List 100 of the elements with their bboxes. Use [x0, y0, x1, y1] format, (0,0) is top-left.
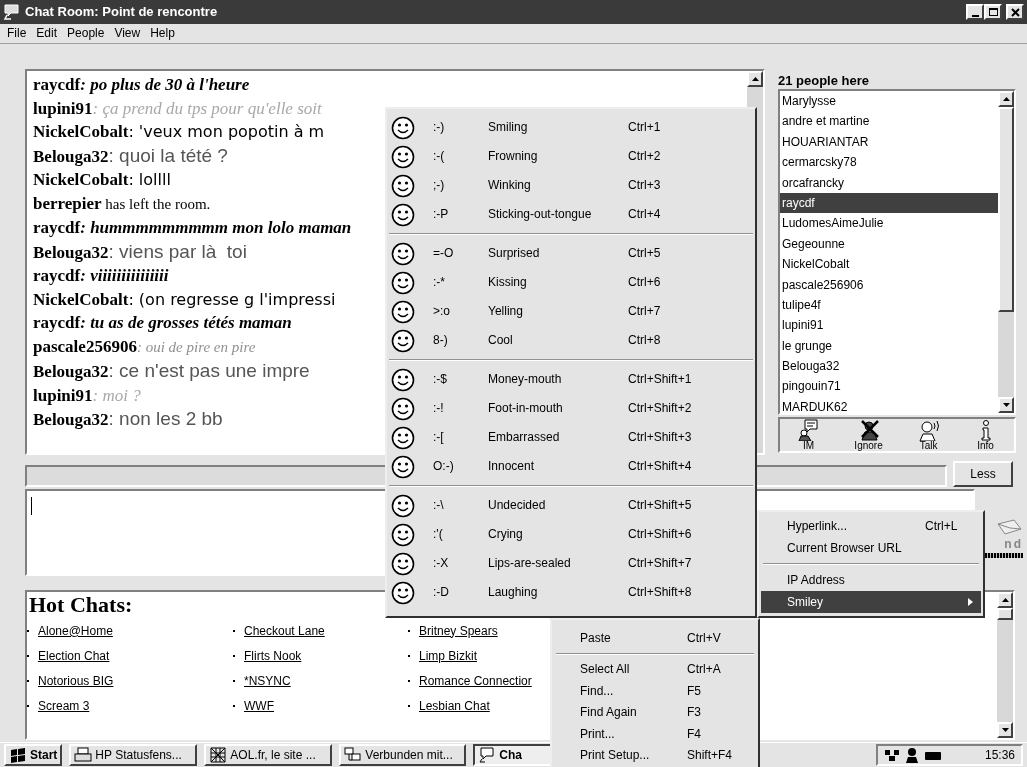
taskbar-button[interactable]: Verbunden mit... [339, 744, 467, 766]
start-button[interactable]: Start [4, 744, 63, 766]
menu-item[interactable]: >:o Yelling Ctrl+7 [387, 297, 755, 326]
chat-message: pascale256906: oui de pire en pire [33, 335, 256, 358]
person-item[interactable]: Belouga32 [780, 356, 998, 377]
minimize-button[interactable] [966, 4, 984, 20]
menu-item[interactable]: View [109, 26, 146, 41]
menu-item[interactable]: O:-) Innocent Ctrl+Shift+4 [387, 452, 755, 481]
menu-item[interactable]: :-( Frowning Ctrl+2 [387, 142, 755, 171]
menu-item[interactable]: Smiley [761, 591, 981, 613]
menu-item[interactable]: :-[ Embarrassed Ctrl+Shift+3 [387, 423, 755, 452]
person-item[interactable]: andre et martine [780, 111, 998, 132]
person-item[interactable]: HOUARIANTAR [780, 131, 998, 153]
menu-item[interactable]: :-* Kissing Ctrl+6 [387, 268, 755, 297]
chat-room-link[interactable]: Notorious BIG [38, 673, 114, 689]
scroll-down-button[interactable] [997, 722, 1013, 738]
menu-item[interactable]: Current Browser URL [761, 537, 981, 559]
person-item[interactable]: raycdf [780, 192, 998, 214]
printer-icon [74, 746, 93, 764]
smiley-icon [391, 299, 415, 324]
chat-room-link[interactable]: Scream 3 [38, 698, 90, 714]
person-item[interactable]: Gegeounne [780, 233, 998, 255]
person-item[interactable]: Marylysse [780, 91, 998, 112]
person-item[interactable]: lupini91 [780, 315, 998, 336]
smiley-icon [391, 328, 415, 353]
person-item[interactable]: cermarcsky78 [780, 152, 998, 173]
menu-item[interactable]: Hyperlink... Ctrl+L [761, 515, 981, 537]
menu-item[interactable]: 8-) Cool Ctrl+8 [387, 326, 755, 355]
person-item[interactable]: le grunge [780, 335, 998, 357]
menu-item[interactable]: Find... F5 [554, 680, 756, 702]
chat-room-link[interactable]: *NSYNC [244, 673, 291, 689]
people-action-button[interactable]: Talk [917, 419, 940, 451]
maximize-button[interactable] [984, 4, 1002, 20]
chat-room-link[interactable]: Lesbian Chat [419, 698, 490, 714]
chat-message: NickelCobalt: (on regresse g l'impressi [33, 288, 336, 311]
smiley-icon [391, 580, 415, 605]
section-heading: Hot Chats: [28, 592, 133, 619]
clock: 15:36 [984, 747, 1015, 763]
chat-room-link[interactable]: Flirts Nook [244, 648, 302, 664]
close-button[interactable] [1006, 4, 1024, 20]
menu-item[interactable]: :-! Foot-in-mouth Ctrl+Shift+2 [387, 394, 755, 423]
minimize-icon [971, 14, 979, 17]
chat-message: raycdf: viiiiiiiiiiiiiii [33, 265, 169, 287]
smiley-icon [391, 425, 415, 450]
chat-room-link[interactable]: WWF [244, 698, 274, 714]
scroll-down-button[interactable] [998, 397, 1014, 413]
menu-item[interactable]: Help [145, 26, 180, 41]
chat-message: raycdf: tu as de grosses tétés maman [33, 312, 292, 334]
person-item[interactable]: NickelCobalt [780, 254, 998, 275]
menu-item[interactable]: ;-) Winking Ctrl+3 [387, 171, 755, 200]
menu-item[interactable]: People [62, 26, 110, 41]
menu-item[interactable]: :-P Sticking-out-tongue Ctrl+4 [387, 200, 755, 229]
smiley-icon [391, 493, 415, 518]
menu-item[interactable]: :-) Smiling Ctrl+1 [387, 113, 755, 142]
person-item[interactable]: pingouin71 [780, 376, 998, 397]
scroll-up-button[interactable] [997, 592, 1013, 608]
menu-item[interactable]: :-\ Undecided Ctrl+Shift+5 [387, 491, 755, 520]
menu-item[interactable]: :'( Crying Ctrl+Shift+6 [387, 520, 755, 549]
computers-icon [344, 746, 363, 764]
menu-item[interactable]: Select All Ctrl+A [554, 658, 756, 680]
smiley-icon [391, 270, 415, 295]
menu-item[interactable]: =-O Surprised Ctrl+5 [387, 239, 755, 268]
person-item[interactable]: tulipe4f [780, 294, 998, 316]
people-action-button[interactable]: Ignore [854, 419, 883, 451]
scrollbar-thumb[interactable] [997, 608, 1013, 620]
menu-item[interactable]: :-X Lips-are-sealed Ctrl+Shift+7 [387, 549, 755, 578]
menu-item[interactable]: Paste Ctrl+V [554, 627, 756, 649]
person-item[interactable]: orcafrancky [780, 172, 998, 193]
person-item[interactable]: MARDUK62 [780, 396, 998, 418]
menu-item[interactable]: Print... F4 [554, 723, 756, 745]
scrollbar[interactable] [997, 592, 1013, 738]
chat-room-link[interactable]: Election Chat [38, 648, 110, 664]
taskbar-button[interactable]: AOL.fr, le site ... [204, 744, 333, 766]
down-arrow-icon [1002, 403, 1010, 407]
chat-room-link[interactable]: Romance Connectior [419, 673, 532, 689]
menu-item[interactable]: :-D Laughing Ctrl+Shift+8 [387, 578, 755, 607]
chat-room-link[interactable]: Alone@Home [38, 623, 113, 639]
scroll-up-button[interactable] [747, 71, 763, 87]
scrollbar-thumb[interactable] [998, 107, 1014, 312]
less-button[interactable]: Less [953, 461, 1013, 487]
people-action-button[interactable]: Info [974, 419, 997, 451]
speech-bubble-icon [797, 419, 820, 441]
menu-item[interactable]: Edit [31, 26, 63, 41]
chat-room-link[interactable]: Britney Spears [419, 623, 498, 639]
close-icon [1008, 5, 1022, 19]
people-action-button[interactable]: IM [797, 419, 820, 451]
chat-message: NickelCobalt: 'veux mon popotin à m [33, 121, 325, 143]
chat-room-link[interactable]: Limp Bizkit [419, 648, 477, 664]
menu-item[interactable]: IP Address [761, 569, 981, 591]
menu-item[interactable]: :-$ Money-mouth Ctrl+Shift+1 [387, 365, 755, 394]
menu-item[interactable]: Find Again F3 [554, 701, 756, 723]
scroll-up-button[interactable] [998, 91, 1014, 107]
scrollbar[interactable] [998, 91, 1014, 413]
person-item[interactable]: LudomesAimeJulie [780, 213, 998, 234]
taskbar-button[interactable]: HP Statusfens... [69, 744, 198, 766]
grid-icon [209, 746, 228, 764]
up-arrow-icon [751, 77, 759, 81]
menu-item[interactable]: File [2, 26, 32, 41]
person-item[interactable]: pascale256906 [780, 274, 998, 295]
chat-room-link[interactable]: Checkout Lane [244, 623, 325, 639]
